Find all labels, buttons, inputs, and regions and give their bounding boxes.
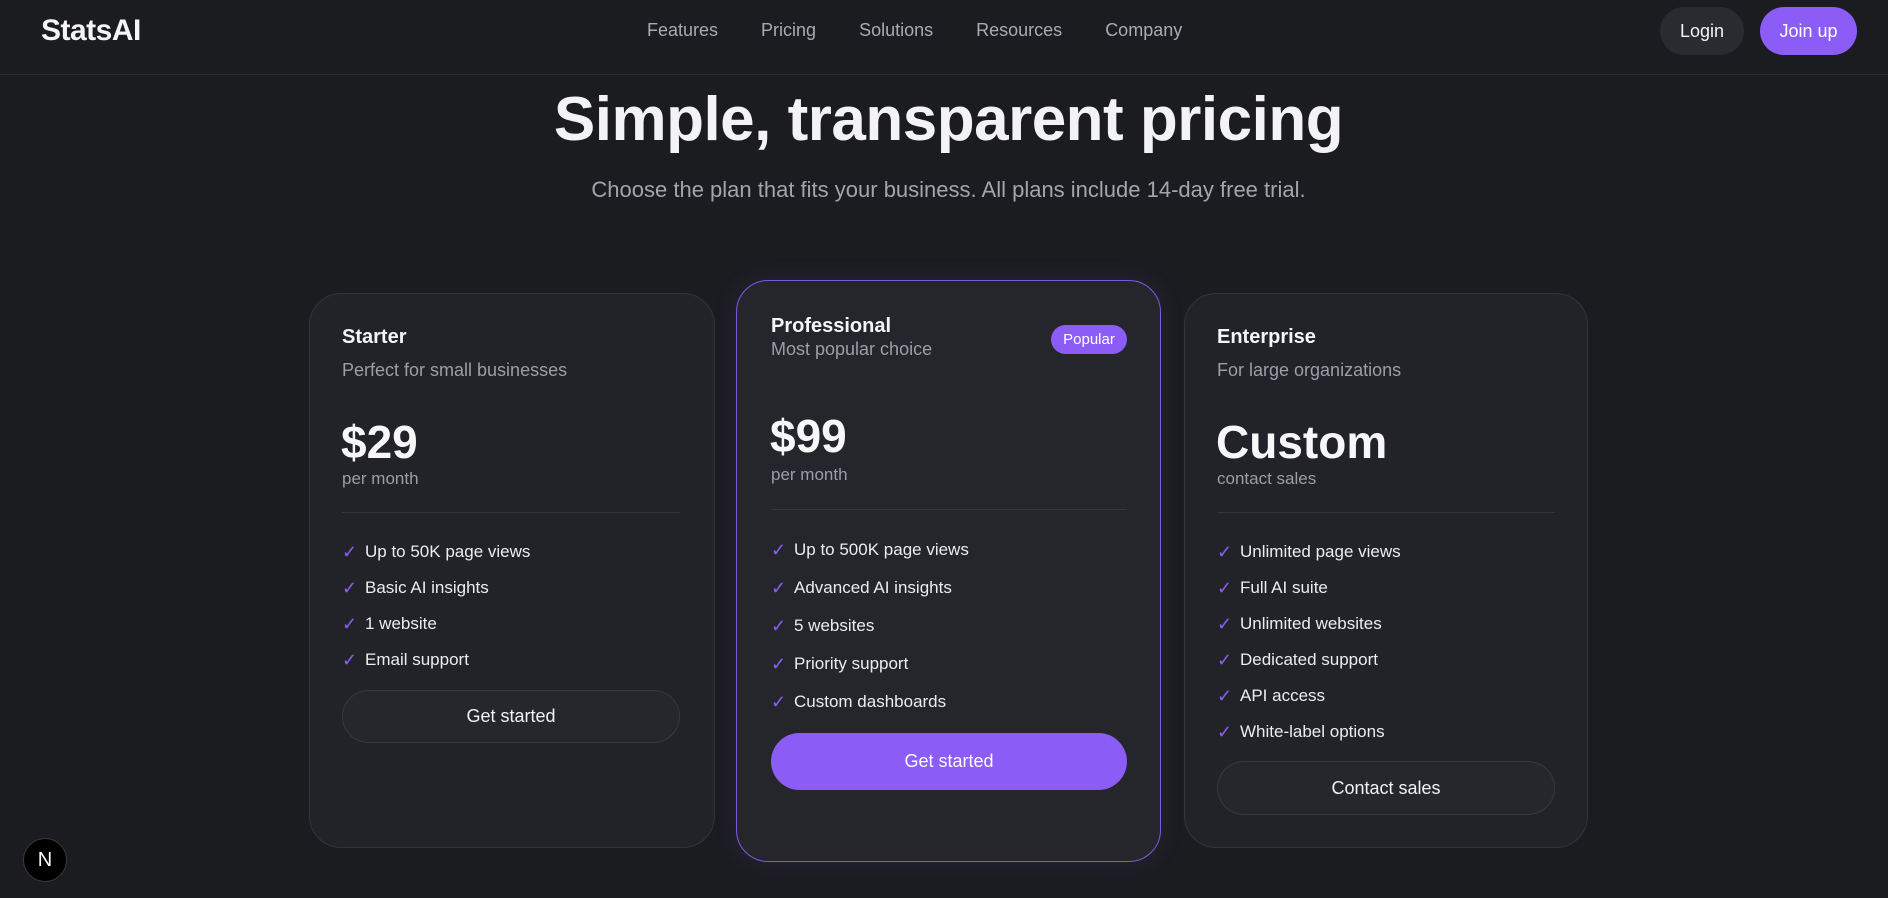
check-icon: ✓ (1217, 721, 1233, 742)
contact-sales-button[interactable]: Contact sales (1217, 761, 1555, 815)
check-icon: ✓ (342, 541, 358, 562)
nav-solutions[interactable]: Solutions (859, 20, 933, 41)
plan-description: For large organizations (1217, 360, 1402, 380)
feature-item: ✓ Dedicated support (1217, 642, 1401, 678)
feature-label: 1 website (365, 614, 437, 633)
feature-item: ✓ Priority support (771, 645, 969, 683)
nav-features[interactable]: Features (647, 20, 718, 41)
plan-name: Professional (771, 315, 892, 337)
check-icon: ✓ (771, 615, 787, 636)
feature-item: ✓ API access (1217, 678, 1401, 714)
check-icon: ✓ (1217, 613, 1233, 634)
feature-item: ✓ Full AI suite (1217, 570, 1401, 606)
plan-description: Most popular choice (771, 339, 933, 359)
nav-company[interactable]: Company (1105, 20, 1182, 41)
feature-list: ✓ Up to 500K page views ✓ Advanced AI insi… (771, 531, 969, 721)
check-icon: ✓ (771, 653, 787, 674)
feature-item: ✓ Unlimited websites (1217, 606, 1401, 642)
plan-name: Starter (342, 326, 407, 348)
check-icon: ✓ (342, 577, 358, 598)
plan-period: per month (342, 469, 419, 488)
feature-label: Unlimited websites (1240, 614, 1382, 633)
feature-label: 5 websites (794, 616, 875, 635)
page-title: Simple, transparent pricing (553, 85, 1344, 154)
dev-tools-badge[interactable]: N (23, 838, 67, 882)
login-button[interactable]: Login (1660, 7, 1744, 55)
feature-item: ✓ Up to 50K page views (342, 534, 530, 570)
feature-label: API access (1240, 686, 1326, 705)
feature-item: ✓ Up to 500K page views (771, 531, 969, 569)
feature-item: ✓ 1 website (342, 606, 530, 642)
feature-label: Priority support (794, 654, 909, 673)
check-icon: ✓ (1217, 685, 1233, 706)
check-icon: ✓ (1217, 541, 1233, 562)
feature-label: Unlimited page views (1240, 542, 1401, 561)
plan-price: $29 (341, 416, 418, 468)
nav-resources[interactable]: Resources (976, 20, 1062, 41)
feature-item: ✓ Custom dashboards (771, 683, 969, 721)
check-icon: ✓ (1217, 649, 1233, 670)
feature-label: Up to 500K page views (794, 540, 969, 559)
feature-label: Email support (365, 650, 469, 669)
feature-label: Up to 50K page views (365, 542, 531, 561)
check-icon: ✓ (771, 577, 787, 598)
plan-price: Custom (1216, 416, 1388, 468)
check-icon: ✓ (1217, 577, 1233, 598)
feature-list: ✓ Unlimited page views ✓ Full AI suite ✓ Un… (1217, 534, 1401, 750)
feature-item: ✓ Basic AI insights (342, 570, 530, 606)
join-up-button[interactable]: Join up (1760, 7, 1857, 55)
popular-badge: Popular (1051, 325, 1127, 354)
feature-item: ✓ Unlimited page views (1217, 534, 1401, 570)
check-icon: ✓ (342, 613, 358, 634)
check-icon: ✓ (771, 691, 787, 712)
nav-pricing[interactable]: Pricing (761, 20, 816, 41)
professional-get-started-button[interactable]: Get started (771, 733, 1127, 790)
feature-label: Advanced AI insights (794, 578, 952, 597)
feature-item: ✓ White-label options (1217, 714, 1401, 750)
plan-period: per month (771, 465, 848, 484)
feature-item: ✓ Advanced AI insights (771, 569, 969, 607)
logo[interactable]: StatsAI (41, 14, 141, 48)
check-icon: ✓ (771, 539, 787, 560)
plan-price: $99 (770, 410, 847, 462)
feature-item: ✓ Email support (342, 642, 530, 678)
plan-period: contact sales (1217, 469, 1317, 488)
feature-label: Basic AI insights (365, 578, 489, 597)
plan-name: Enterprise (1217, 326, 1316, 348)
page-subtitle: Choose the plan that fits your business.… (591, 177, 1306, 202)
feature-label: White-label options (1240, 722, 1385, 741)
starter-get-started-button[interactable]: Get started (342, 690, 680, 743)
feature-label: Custom dashboards (794, 692, 947, 711)
plan-description: Perfect for small businesses (342, 360, 568, 380)
divider (771, 509, 1127, 510)
top-navigation-bar: StatsAI Features Pricing Solutions Resou… (0, 0, 1888, 75)
divider (342, 512, 680, 513)
feature-item: ✓ 5 websites (771, 607, 969, 645)
divider (1217, 512, 1555, 513)
feature-label: Full AI suite (1240, 578, 1328, 597)
check-icon: ✓ (342, 649, 358, 670)
main-nav: Features Pricing Solutions Resources Com… (647, 20, 1182, 41)
feature-label: Dedicated support (1240, 650, 1378, 669)
feature-list: ✓ Up to 50K page views ✓ Basic AI insights… (342, 534, 530, 678)
